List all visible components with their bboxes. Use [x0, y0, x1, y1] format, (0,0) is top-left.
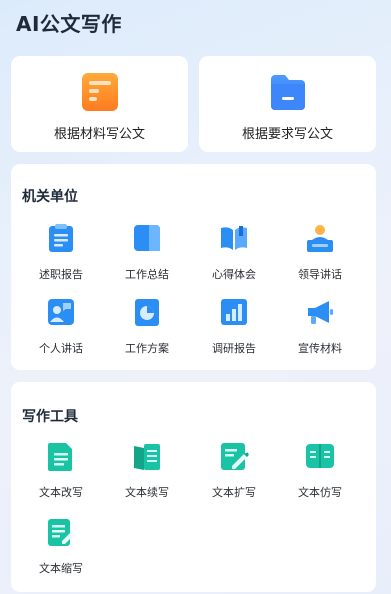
text-rewrite-icon: [45, 440, 77, 472]
tool-item-continue[interactable]: 文本续写: [104, 440, 190, 514]
tool-item-expand[interactable]: 文本扩写: [191, 440, 277, 514]
write-from-requirement-card[interactable]: 根据要求写公文: [199, 56, 376, 152]
grid-item-work-plan[interactable]: 工作方案: [104, 296, 190, 370]
bar-chart-icon: [218, 296, 250, 328]
tool-item-label: 文本缩写: [39, 562, 83, 575]
podium-icon: [304, 222, 336, 254]
grid-item-summary[interactable]: 工作总结: [104, 222, 190, 296]
grid-item-report[interactable]: 述职报告: [18, 222, 104, 296]
grid-item-label: 工作方案: [125, 342, 169, 355]
grid-item-label: 宣传材料: [298, 342, 342, 355]
feature-label-material: 根据材料写公文: [53, 127, 145, 142]
tool-item-label: 文本扩写: [212, 486, 256, 499]
tools-section: 写作工具 文本改写 文本续写 文本扩写 文本仿写 文本缩写: [11, 382, 376, 592]
text-expand-icon: [218, 440, 250, 472]
book-open-icon: [218, 222, 250, 254]
grid-item-leader-speech[interactable]: 领导讲话: [277, 222, 363, 296]
grid-item-label: 领导讲话: [298, 268, 342, 281]
grid-item-label: 工作总结: [125, 268, 169, 281]
megaphone-icon: [304, 296, 336, 328]
grid-item-label: 心得体会: [212, 268, 256, 281]
grid-item-insight[interactable]: 心得体会: [191, 222, 277, 296]
tool-item-imitate[interactable]: 文本仿写: [277, 440, 363, 514]
write-from-material-card[interactable]: 根据材料写公文: [11, 56, 188, 152]
grid-item-publicity[interactable]: 宣传材料: [277, 296, 363, 370]
app-title: AI公文写作: [16, 12, 122, 36]
grid-item-label: 个人讲话: [39, 342, 83, 355]
pie-chart-doc-icon: [131, 296, 163, 328]
grid-item-research[interactable]: 调研报告: [191, 296, 277, 370]
section-title-tools: 写作工具: [22, 409, 78, 425]
text-abbreviate-icon: [45, 516, 77, 548]
tool-item-rewrite[interactable]: 文本改写: [18, 440, 104, 514]
text-imitate-icon: [304, 440, 336, 472]
grid-item-label: 述职报告: [39, 268, 83, 281]
tool-item-label: 文本仿写: [298, 486, 342, 499]
document-orange-icon: [80, 71, 120, 113]
person-speech-icon: [45, 296, 77, 328]
folder-blue-icon: [268, 71, 308, 113]
clipboard-icon: [45, 222, 77, 254]
section-title-org: 机关单位: [22, 189, 78, 205]
grid-item-personal-speech[interactable]: 个人讲话: [18, 296, 104, 370]
org-section: 机关单位 述职报告 工作总结 心得体会 领导讲话 个人讲话 工作方案 调研报告 …: [11, 164, 376, 370]
tool-item-abbreviate[interactable]: 文本缩写: [18, 516, 104, 590]
tool-item-label: 文本改写: [39, 486, 83, 499]
summary-icon: [131, 222, 163, 254]
grid-item-label: 调研报告: [212, 342, 256, 355]
text-continue-icon: [131, 440, 163, 472]
tool-item-label: 文本续写: [125, 486, 169, 499]
feature-label-requirement: 根据要求写公文: [241, 127, 333, 142]
